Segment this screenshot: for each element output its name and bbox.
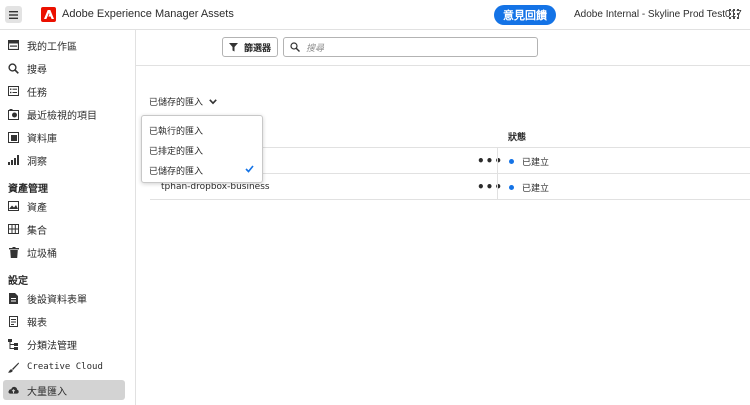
top-bar: Adobe Experience Manager Assets 意見回饋 Ado… — [0, 0, 750, 30]
bulk-import-icon — [8, 385, 19, 396]
tasks-icon — [8, 86, 19, 97]
sidebar-item-label: 大量匯入 — [27, 386, 67, 398]
sidebar-item-metadata-forms[interactable]: 後設資料表單 — [3, 288, 125, 308]
sidebar-item-creative-cloud[interactable]: Creative Cloud — [3, 357, 125, 377]
sidebar-item-recent[interactable]: 最近檢視的項目 — [3, 104, 125, 124]
picker-label: 已儲存的匯入 — [149, 98, 204, 108]
search-icon — [8, 62, 19, 74]
taxonomy-icon — [8, 338, 19, 350]
checkmark-icon — [245, 165, 254, 173]
sidebar-item-trash[interactable]: 垃圾桶 — [3, 242, 125, 262]
status-badge: 已建立 — [509, 174, 549, 200]
sidebar-item-label: 分類法管理 — [27, 340, 77, 352]
sidebar-item-label: 垃圾桶 — [27, 248, 57, 260]
menu-item-label: 已排定的匯入 — [149, 146, 204, 157]
hamburger-icon — [9, 10, 18, 19]
recent-icon — [8, 108, 19, 120]
sidebar-item-label: 我的工作區 — [27, 41, 77, 53]
sidebar-item-label: 最近檢視的項目 — [27, 110, 97, 122]
sidebar-item-label: 集合 — [27, 225, 47, 237]
adobe-logo[interactable] — [41, 7, 56, 22]
app-switcher-icon[interactable] — [729, 9, 741, 21]
collections-icon — [8, 224, 19, 235]
sidebar-item-bulk-import[interactable]: 大量匯入 — [3, 380, 125, 400]
import-view-menu: 已執行的匯入 已排定的匯入 已儲存的匯入 — [141, 115, 263, 183]
menu-item-label: 已執行的匯入 — [149, 126, 204, 137]
search-placeholder: 搜尋 — [306, 43, 325, 54]
workspace-icon — [8, 40, 19, 51]
sidebar-item-reports[interactable]: 報表 — [3, 311, 125, 331]
toolbar: 篩選器 搜尋 — [136, 30, 750, 66]
menu-item-scheduled-imports[interactable]: 已排定的匯入 — [142, 140, 262, 160]
assets-icon — [8, 201, 19, 212]
sidebar-item-label: 報表 — [27, 317, 47, 329]
sidebar-item-label: 資料庫 — [27, 133, 57, 145]
sidebar-item-label: 洞察 — [27, 156, 47, 168]
column-header-status[interactable]: 狀態 — [508, 125, 526, 147]
sidebar: 我的工作區 搜尋 任務 最近檢視的項目 資料庫 洞察 資產管理 資產 集合 垃圾… — [0, 30, 136, 405]
reports-icon — [8, 315, 19, 327]
metadata-forms-icon — [8, 292, 19, 304]
sidebar-item-label: 後設資料表單 — [27, 294, 87, 306]
status-text: 已建立 — [522, 157, 550, 168]
search-icon — [290, 42, 300, 52]
brush-icon — [8, 362, 19, 373]
library-icon — [8, 131, 19, 143]
sidebar-item-label: 資產 — [27, 202, 47, 214]
sidebar-item-tasks[interactable]: 任務 — [3, 81, 125, 101]
chevron-down-icon — [209, 98, 217, 104]
insights-icon — [8, 155, 19, 166]
feedback-button[interactable]: 意見回饋 — [494, 5, 556, 25]
sidebar-item-insights[interactable]: 洞察 — [3, 150, 125, 170]
more-actions-icon[interactable]: ••• — [477, 148, 503, 174]
import-view-picker[interactable]: 已儲存的匯入 — [149, 95, 217, 108]
section-title-settings: 設定 — [8, 276, 28, 287]
sidebar-item-label: 任務 — [27, 87, 47, 99]
trash-icon — [8, 246, 19, 258]
filter-icon — [229, 42, 238, 51]
org-switcher[interactable]: Adobe Internal - Skyline Prod Test017 — [574, 9, 742, 20]
section-title-assets: 資產管理 — [8, 184, 48, 195]
app-title: Adobe Experience Manager Assets — [62, 8, 234, 20]
filter-button[interactable]: 篩選器 — [222, 37, 278, 57]
sidebar-item-label: Creative Cloud — [27, 362, 103, 372]
sidebar-item-collections[interactable]: 集合 — [3, 219, 125, 239]
adobe-logo-icon — [43, 10, 54, 19]
menu-toggle-button[interactable] — [5, 6, 22, 23]
sidebar-item-taxonomy[interactable]: 分類法管理 — [3, 334, 125, 354]
sidebar-item-assets[interactable]: 資產 — [3, 196, 125, 216]
sidebar-item-workspace[interactable]: 我的工作區 — [3, 35, 125, 55]
status-badge: 已建立 — [509, 148, 549, 174]
more-actions-icon[interactable]: ••• — [477, 174, 503, 200]
menu-item-label: 已儲存的匯入 — [149, 166, 204, 177]
sidebar-item-search[interactable]: 搜尋 — [3, 58, 125, 78]
sidebar-item-library[interactable]: 資料庫 — [3, 127, 125, 147]
status-dot-icon — [509, 184, 514, 190]
status-dot-icon — [509, 158, 514, 164]
filter-button-label: 篩選器 — [244, 43, 272, 54]
menu-item-saved-imports[interactable]: 已儲存的匯入 — [142, 160, 262, 180]
status-text: 已建立 — [522, 183, 550, 194]
menu-item-executed-imports[interactable]: 已執行的匯入 — [142, 120, 262, 140]
search-input[interactable]: 搜尋 — [283, 37, 538, 57]
sidebar-item-label: 搜尋 — [27, 64, 47, 76]
